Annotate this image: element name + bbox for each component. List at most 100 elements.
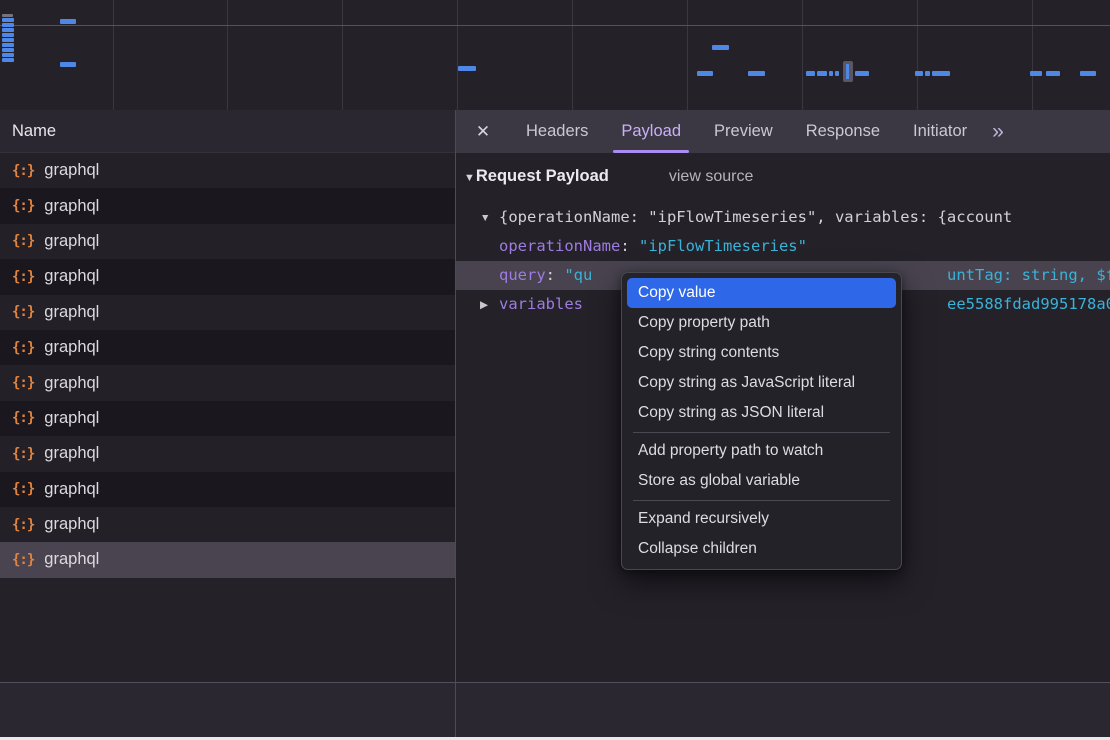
timeline-bar-gray bbox=[2, 14, 13, 17]
close-icon[interactable]: ✕ bbox=[473, 122, 493, 142]
request-name: graphql bbox=[44, 550, 99, 569]
menu-item-copy-string-as-javascript-literal[interactable]: Copy string as JavaScript literal bbox=[622, 368, 901, 398]
tab-payload[interactable]: Payload bbox=[621, 110, 681, 153]
payload-object-preview-row[interactable]: ▼{operationName: "ipFlowTimeseries", var… bbox=[456, 203, 1110, 232]
timeline-request-bar bbox=[2, 18, 14, 22]
tab-initiator[interactable]: Initiator bbox=[913, 110, 967, 153]
timeline-gridline bbox=[113, 0, 114, 110]
pane-divider-horizontal[interactable] bbox=[0, 682, 1110, 683]
timeline-request-bar bbox=[2, 38, 14, 42]
tab-headers[interactable]: Headers bbox=[526, 110, 588, 153]
timeline-request-bar bbox=[2, 43, 14, 47]
menu-separator bbox=[633, 500, 890, 501]
request-row-graphql[interactable]: {:}graphql bbox=[0, 330, 455, 365]
json-braces-icon: {:} bbox=[12, 340, 34, 356]
timeline-request-bar bbox=[2, 33, 14, 37]
tabs: Headers Payload Preview Response Initiator bbox=[493, 110, 967, 153]
request-row-graphql[interactable]: {:}graphql bbox=[0, 188, 455, 223]
timeline-marker-bar bbox=[846, 64, 849, 79]
request-row-graphql[interactable]: {:} graphql bbox=[0, 542, 455, 577]
json-braces-icon: {:} bbox=[12, 481, 34, 497]
timeline-request-bar bbox=[1030, 71, 1042, 76]
payload-tab-content: ▼ Request Payload view source ▼{operatio… bbox=[456, 153, 1110, 682]
json-braces-icon: {:} bbox=[12, 517, 34, 533]
timeline-request-bar bbox=[1080, 71, 1096, 76]
json-braces-icon: {:} bbox=[12, 446, 34, 462]
tab-preview[interactable]: Preview bbox=[714, 110, 773, 153]
network-overview-timeline[interactable] bbox=[0, 0, 1110, 110]
timeline-request-bar bbox=[2, 53, 14, 57]
timeline-hover-marker bbox=[843, 61, 853, 82]
name-column-label: Name bbox=[12, 122, 56, 141]
key-separator: : bbox=[546, 266, 565, 284]
expand-triangle-icon[interactable]: ▼ bbox=[479, 204, 499, 232]
timeline-request-bar bbox=[712, 45, 729, 50]
request-row-graphql[interactable]: {:} graphql bbox=[0, 365, 455, 400]
request-name: graphql bbox=[44, 161, 99, 180]
property-value-right-fragment: ee5588fdad995178a0 bbox=[947, 290, 1110, 319]
menu-item-copy-value[interactable]: Copy value bbox=[627, 278, 896, 308]
menu-item-copy-property-path[interactable]: Copy property path bbox=[622, 308, 901, 338]
timeline-request-bar bbox=[806, 71, 815, 76]
tab-response[interactable]: Response bbox=[806, 110, 880, 153]
context-menu: Copy valueCopy property pathCopy string … bbox=[621, 272, 902, 570]
collapse-triangle-icon[interactable]: ▼ bbox=[464, 172, 475, 184]
request-row-graphql[interactable]: {:}graphql bbox=[0, 153, 455, 188]
request-row-graphql[interactable]: {:} graphql bbox=[0, 507, 455, 542]
property-value-right-fragment: untTag: string, $f bbox=[947, 261, 1110, 290]
timeline-request-bar bbox=[855, 71, 869, 76]
devtools-network-panel: Name {:}graphql{:}graphql{:}graphql{:}gr… bbox=[0, 0, 1110, 740]
request-row-graphql[interactable]: {:} graphql bbox=[0, 259, 455, 294]
request-row-graphql[interactable]: {:}graphql bbox=[0, 224, 455, 259]
key-separator: : bbox=[620, 237, 639, 255]
property-row-operationName[interactable]: operationName: "ipFlowTimeseries" bbox=[456, 232, 1110, 261]
request-row-graphql[interactable]: {:}graphql bbox=[0, 401, 455, 436]
name-column-header[interactable]: Name bbox=[0, 110, 455, 153]
timeline-request-bar bbox=[697, 71, 713, 76]
timeline-request-bar bbox=[748, 71, 765, 76]
json-braces-icon: {:} bbox=[12, 552, 34, 568]
request-name: graphql bbox=[44, 267, 99, 286]
menu-item-copy-string-as-json-literal[interactable]: Copy string as JSON literal bbox=[622, 398, 901, 428]
json-braces-icon: {:} bbox=[12, 198, 34, 214]
request-name: graphql bbox=[44, 515, 99, 534]
request-name: graphql bbox=[44, 480, 99, 499]
timeline-request-bar bbox=[817, 71, 827, 76]
pane-divider-vertical[interactable] bbox=[455, 110, 456, 737]
timeline-request-bar bbox=[2, 28, 14, 32]
timeline-gridline bbox=[1032, 0, 1033, 110]
property-value: "ipFlowTimeseries" bbox=[639, 237, 807, 255]
json-braces-icon: {:} bbox=[12, 269, 34, 285]
request-name: graphql bbox=[44, 444, 99, 463]
request-rows: {:} graphql {:} graphql {:} graphql {:} graphql… bbox=[0, 153, 455, 578]
menu-item-store-as-global-variable[interactable]: Store as global variable bbox=[622, 466, 901, 496]
timeline-request-bar bbox=[932, 71, 950, 76]
json-braces-icon: {:} bbox=[12, 375, 34, 391]
request-row-graphql[interactable]: {:} graphql bbox=[0, 436, 455, 471]
property-key: variables bbox=[499, 295, 583, 313]
timeline-request-bar bbox=[829, 71, 833, 76]
timeline-split-line bbox=[0, 25, 1110, 26]
request-row-graphql[interactable]: {:}graphql bbox=[0, 295, 455, 330]
request-row-graphql[interactable]: {:} graphql bbox=[0, 472, 455, 507]
json-braces-icon: {:} bbox=[12, 304, 34, 320]
timeline-request-bar bbox=[60, 62, 76, 67]
json-braces-icon: {:} bbox=[12, 233, 34, 249]
timeline-gridline bbox=[802, 0, 803, 110]
menu-separator bbox=[633, 432, 890, 433]
property-key: query bbox=[499, 266, 546, 284]
menu-item-expand-recursively[interactable]: Expand recursively bbox=[622, 504, 901, 534]
request-name: graphql bbox=[44, 374, 99, 393]
menu-item-add-property-path-to-watch[interactable]: Add property path to watch bbox=[622, 436, 901, 466]
more-tabs-icon[interactable]: » bbox=[992, 110, 1002, 153]
timeline-gridline bbox=[227, 0, 228, 110]
view-source-link[interactable]: view source bbox=[669, 168, 753, 186]
timeline-gridline bbox=[572, 0, 573, 110]
request-details-pane: ✕ Headers Payload Preview Response Initiator… bbox=[456, 110, 1110, 682]
menu-item-collapse-children[interactable]: Collapse children bbox=[622, 534, 901, 564]
timeline-request-bar bbox=[2, 48, 14, 52]
expand-triangle-icon[interactable]: ▶ bbox=[479, 291, 499, 319]
section-title: Request Payload bbox=[476, 167, 609, 186]
menu-item-copy-string-contents[interactable]: Copy string contents bbox=[622, 338, 901, 368]
json-braces-icon: {:} bbox=[12, 410, 34, 426]
